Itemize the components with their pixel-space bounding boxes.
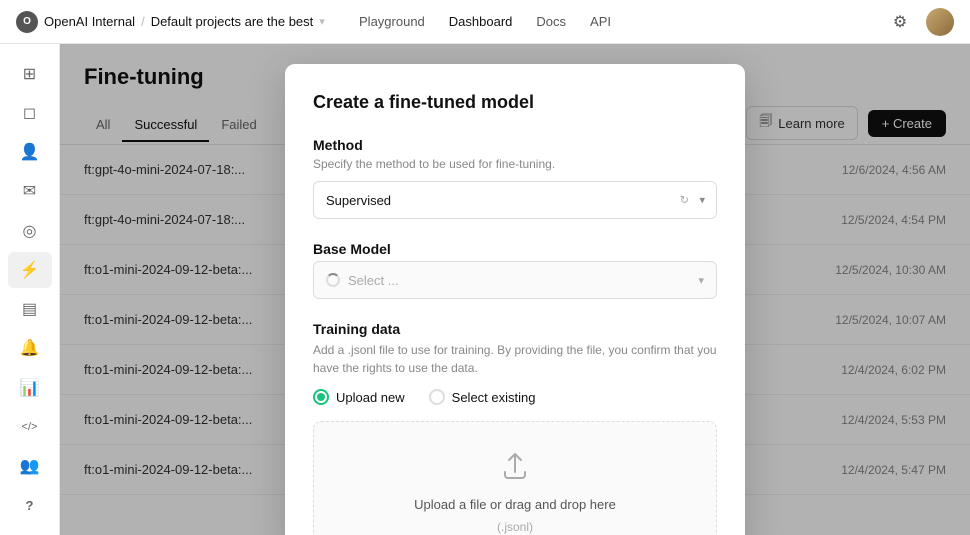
main-layout: ⊞ ◻ 👤 ✉ ◎ ⚡ ▤ 🔔 📊 </> 👥 ? Fine-tuning Al… [0,44,970,535]
settings-icon[interactable]: ⚙ [886,8,914,36]
sidebar: ⊞ ◻ 👤 ✉ ◎ ⚡ ▤ 🔔 📊 </> 👥 ? [0,44,60,535]
select-existing-radio[interactable] [429,389,445,405]
upload-new-radio[interactable] [313,389,329,405]
upload-extension: (.jsonl) [497,520,533,534]
method-select[interactable]: SupervisedDPO [313,181,717,219]
select-refresh-icon: ↻ [680,194,689,207]
training-data-label: Training data [313,321,717,337]
org-name[interactable]: OpenAI Internal [44,14,135,29]
breadcrumb-separator: / [141,14,145,29]
project-name[interactable]: Default projects are the best [151,14,314,29]
method-label: Method [313,137,717,153]
method-description: Specify the method to be used for fine-t… [313,157,717,171]
modal-overlay[interactable]: Create a fine-tuned model Method Specify… [60,44,970,535]
sidebar-item-messages[interactable]: ✉ [8,174,52,209]
sidebar-item-finetune[interactable]: ⚡ [8,252,52,287]
upload-new-option[interactable]: Upload new [313,389,405,405]
method-select-wrapper: SupervisedDPO ↻ ▾ [313,181,717,219]
base-model-placeholder: Select ... [348,273,399,288]
chevron-down-icon: ▾ [319,15,325,28]
avatar[interactable] [926,8,954,36]
topnav: O OpenAI Internal / Default projects are… [0,0,970,44]
select-existing-option[interactable]: Select existing [429,389,536,405]
sidebar-item-alerts[interactable]: 🔔 [8,331,52,366]
sidebar-item-code[interactable]: </> [8,409,52,444]
nav-playground[interactable]: Playground [359,14,425,29]
content-area: Fine-tuning All Successful Failed 🗐 Lear… [60,44,970,535]
sidebar-item-help[interactable]: ? [8,488,52,523]
nav-dashboard[interactable]: Dashboard [449,14,513,29]
base-model-label: Base Model [313,241,717,257]
org-logo[interactable]: O [16,11,38,33]
upload-icon [499,450,531,489]
sidebar-item-database[interactable]: ▤ [8,292,52,327]
upload-dropzone[interactable]: Upload a file or drag and drop here (.js… [313,421,717,535]
upload-new-label: Upload new [336,390,405,405]
modal-title: Create a fine-tuned model [313,92,717,113]
sidebar-item-team[interactable]: 👥 [8,449,52,484]
base-model-chevron-icon: ▾ [698,274,704,287]
sidebar-item-target[interactable]: ◎ [8,213,52,248]
loading-spinner-icon [326,273,340,287]
sidebar-item-users[interactable]: 👤 [8,135,52,170]
training-data-description: Add a .jsonl file to use for training. B… [313,341,717,377]
sidebar-item-chat[interactable]: ◻ [8,95,52,130]
nav-links: Playground Dashboard Docs API [359,14,611,29]
topnav-right: ⚙ [886,8,954,36]
nav-api[interactable]: API [590,14,611,29]
upload-text: Upload a file or drag and drop here [414,497,616,512]
sidebar-item-analytics[interactable]: 📊 [8,370,52,405]
training-data-radio-group: Upload new Select existing [313,389,717,405]
select-existing-label: Select existing [452,390,536,405]
sidebar-item-layout[interactable]: ⊞ [8,56,52,91]
base-model-select[interactable]: Select ... ▾ [313,261,717,299]
nav-docs[interactable]: Docs [536,14,566,29]
create-finetune-modal: Create a fine-tuned model Method Specify… [285,64,745,535]
